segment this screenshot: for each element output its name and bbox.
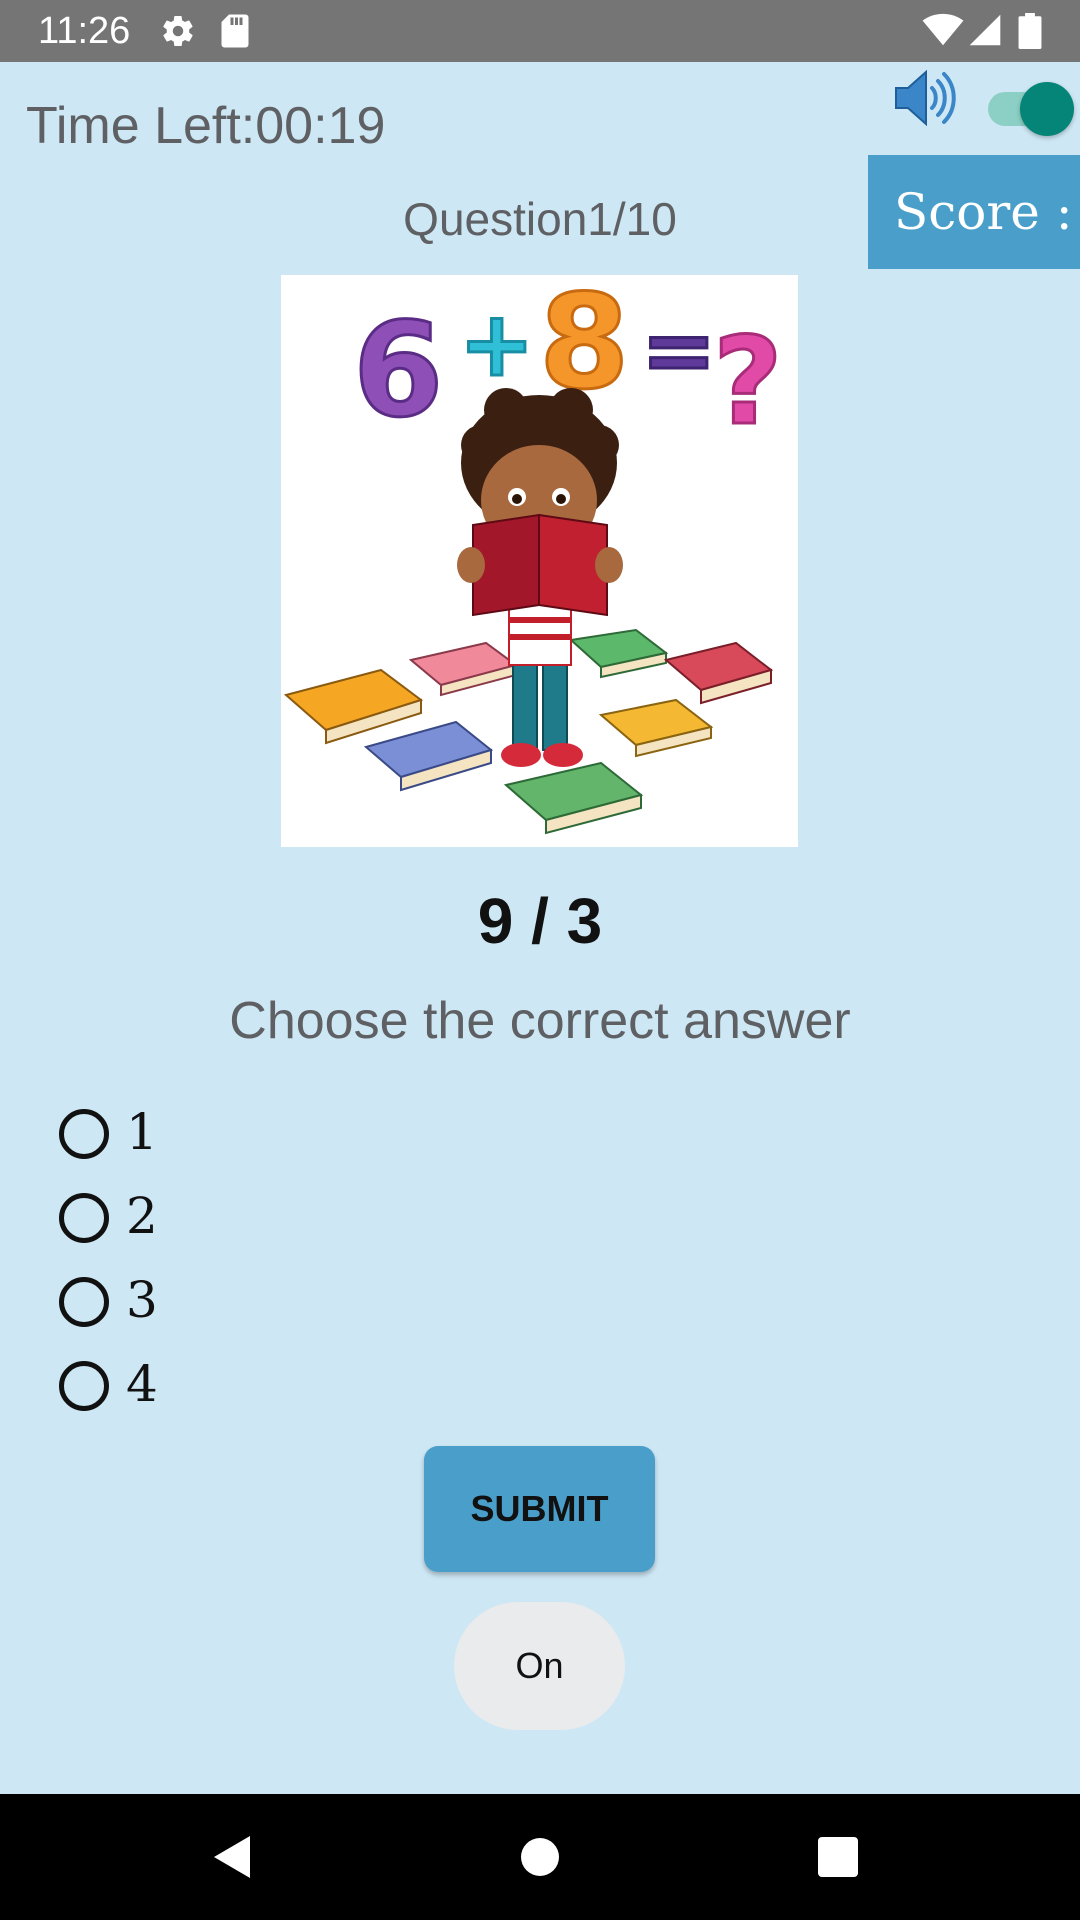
wifi-icon xyxy=(922,13,964,46)
svg-text:+: + xyxy=(459,292,534,397)
radio-button[interactable] xyxy=(59,1277,109,1327)
back-icon[interactable] xyxy=(208,1832,258,1882)
option-label: 3 xyxy=(126,1271,158,1329)
status-bar: 11:26 xyxy=(0,0,1080,62)
settings-icon xyxy=(163,15,193,47)
answer-option-2[interactable]: 2 xyxy=(56,1182,356,1252)
navigation-bar xyxy=(0,1794,1080,1920)
time-left-label: Time Left:00:19 xyxy=(26,97,386,155)
quiz-screen: Time Left:00:19 Score : Question1/10 6 +… xyxy=(0,62,1080,1794)
svg-text:?: ? xyxy=(713,313,783,452)
answer-option-4[interactable]: 4 xyxy=(56,1350,356,1420)
question-illustration: 6 + 8 = ? xyxy=(281,275,798,847)
kid-reading-illustration: 6 + 8 = ? xyxy=(283,275,784,835)
on-toggle-button[interactable]: On xyxy=(454,1602,625,1730)
radio-button[interactable] xyxy=(59,1193,109,1243)
sound-switch[interactable] xyxy=(988,78,1074,136)
signal-icon xyxy=(969,14,1001,46)
sd-card-icon xyxy=(221,14,249,48)
question-counter: Question1/10 xyxy=(403,193,677,245)
switch-thumb xyxy=(1020,82,1074,136)
radio-button[interactable] xyxy=(59,1361,109,1411)
answer-option-1[interactable]: 1 xyxy=(56,1098,356,1168)
radio-button[interactable] xyxy=(59,1109,109,1159)
svg-text:6: 6 xyxy=(353,294,443,446)
recents-icon[interactable] xyxy=(815,1834,861,1880)
answer-option-3[interactable]: 3 xyxy=(56,1266,356,1336)
option-label: 2 xyxy=(126,1187,158,1245)
option-label: 4 xyxy=(126,1355,158,1413)
math-expression: 9 / 3 xyxy=(477,885,603,957)
option-label: 1 xyxy=(126,1103,158,1161)
svg-text:=: = xyxy=(641,298,716,403)
submit-button[interactable]: SUBMIT xyxy=(424,1446,655,1572)
instruction-text: Choose the correct answer xyxy=(229,992,851,1050)
home-icon[interactable] xyxy=(515,1832,565,1882)
status-time: 11:26 xyxy=(38,10,131,52)
sound-button[interactable] xyxy=(892,66,956,130)
kid-art xyxy=(457,388,623,767)
battery-icon xyxy=(1018,13,1042,49)
speaker-icon xyxy=(895,69,956,127)
